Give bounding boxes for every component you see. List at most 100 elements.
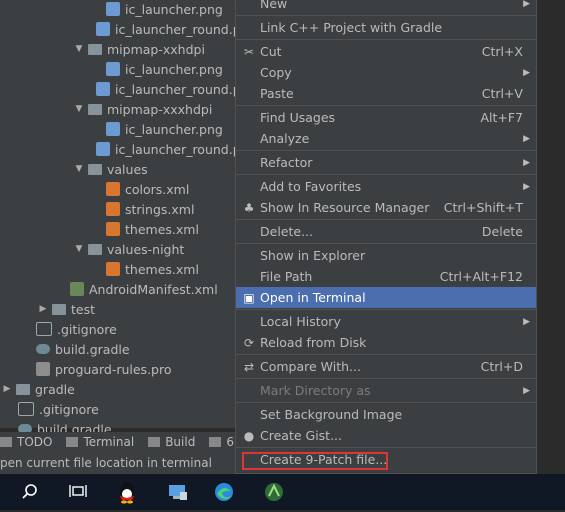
tree-item[interactable]: AndroidManifest.xml [0, 279, 240, 299]
menu-item-open-terminal[interactable]: ▣ Open in Terminal [236, 287, 536, 308]
tool-window-button[interactable]: 6: [209, 435, 238, 449]
chevron-right-icon[interactable]: ▶ [38, 304, 48, 314]
menu-item-new[interactable]: New ▶ [236, 0, 536, 14]
tool-window-button[interactable]: TODO [0, 435, 52, 449]
menu-item-refactor[interactable]: Refactor ▶ [236, 152, 536, 173]
tool-window-label: Build [165, 435, 196, 449]
tool-window-button[interactable]: Build [148, 435, 195, 449]
tree-item[interactable]: .gitignore [0, 399, 240, 419]
chevron-right-icon: ▶ [523, 157, 530, 168]
tree-item[interactable]: ▼ values-night [0, 239, 240, 259]
tree-item[interactable]: .gitignore [0, 319, 240, 339]
tree-item[interactable]: ic_launcher.png [0, 119, 240, 139]
menu-item-file-path[interactable]: File Path Ctrl+Alt+F12 [236, 266, 536, 287]
menu-item-label: Set Background Image [260, 407, 403, 422]
android-studio-icon[interactable] [262, 480, 286, 504]
menu-item-find-usages[interactable]: Find Usages Alt+F7 [236, 107, 536, 128]
menu-item-label: Show in Explorer [260, 248, 366, 263]
menu-separator [236, 402, 536, 403]
task-view-icon[interactable] [66, 480, 90, 504]
tree-item[interactable]: colors.xml [0, 179, 240, 199]
resource-manager-icon: ♣ [243, 200, 255, 215]
chevron-right-icon: ▶ [523, 133, 530, 144]
gradle-file-icon [36, 344, 50, 354]
menu-item-shortcut: Alt+F7 [480, 110, 523, 125]
menu-item-label: Link C++ Project with Gradle [260, 20, 443, 35]
xml-file-icon [106, 182, 120, 196]
menu-item-label: Compare With... [260, 359, 361, 374]
chevron-down-icon[interactable]: ▼ [74, 244, 84, 254]
menu-item-label: Open in Terminal [260, 290, 366, 305]
tree-item[interactable]: ic_launcher_round.p [0, 139, 241, 159]
tree-item[interactable]: ic_launcher_round.p [0, 19, 241, 39]
tree-item[interactable]: ▶ test [0, 299, 240, 319]
compare-icon: ⇄ [243, 359, 255, 374]
edge-icon[interactable] [212, 480, 236, 504]
tree-item[interactable]: ▼ mipmap-xxhdpi [0, 39, 240, 59]
tree-item-label: mipmap-xxxhdpi [107, 101, 213, 117]
chevron-down-icon[interactable]: ▼ [74, 164, 84, 174]
tree-item-label: values-night [107, 241, 185, 257]
menu-item-label: Add to Favorites [260, 179, 362, 194]
tree-item-label: gradle [35, 381, 75, 397]
menu-item-paste[interactable]: Paste Ctrl+V [236, 83, 536, 104]
tree-item[interactable]: ▶ gradle [0, 379, 240, 399]
qq-icon[interactable] [115, 480, 139, 504]
tree-item-label: ic_launcher.png [125, 1, 223, 17]
menu-separator [236, 15, 536, 16]
tree-item[interactable]: themes.xml [0, 259, 240, 279]
menu-item-label: Analyze [260, 131, 310, 146]
tree-item[interactable]: proguard-rules.pro [0, 359, 240, 379]
tree-item[interactable]: ic_launcher.png [0, 59, 240, 79]
menu-item-link-cpp[interactable]: Link C++ Project with Gradle [236, 17, 536, 38]
reload-icon: ⟳ [243, 335, 255, 350]
menu-item-reload[interactable]: ⟳ Reload from Disk [236, 332, 536, 353]
chevron-down-icon[interactable]: ▼ [74, 44, 84, 54]
menu-item-label: Create Gist... [260, 428, 343, 443]
menu-item-compare[interactable]: ⇄ Compare With... Ctrl+D [236, 356, 536, 377]
tree-item-label: ic_launcher.png [125, 121, 223, 137]
menu-item-add-favorites[interactable]: Add to Favorites ▶ [236, 176, 536, 197]
tree-item-label: themes.xml [125, 261, 199, 277]
menu-item-resource-manager[interactable]: ♣ Show In Resource Manager Ctrl+Shift+T [236, 197, 536, 218]
png-file-icon [96, 142, 110, 156]
chevron-right-icon[interactable]: ▶ [2, 384, 12, 394]
status-text: pen current file location in terminal [0, 456, 212, 470]
tree-item-label: ic_launcher_round.p [115, 21, 241, 37]
menu-item-copy[interactable]: Copy ▶ [236, 62, 536, 83]
computer-icon[interactable] [166, 480, 190, 504]
tool-window-button[interactable]: Terminal [66, 435, 134, 449]
menu-item-create-gist[interactable]: ● Create Gist... [236, 425, 536, 446]
xml-file-icon [106, 222, 120, 236]
tree-item-label: strings.xml [125, 201, 195, 217]
menu-item-mark-directory: Mark Directory as ▶ [236, 380, 536, 401]
menu-item-label: File Path [260, 269, 313, 284]
menu-item-delete[interactable]: Delete... Delete [236, 221, 536, 242]
chevron-right-icon: ▶ [523, 316, 530, 327]
manifest-file-icon [70, 282, 84, 296]
menu-item-local-history[interactable]: Local History ▶ [236, 311, 536, 332]
menu-item-analyze[interactable]: Analyze ▶ [236, 128, 536, 149]
menu-item-label: Refactor [260, 155, 313, 170]
menu-item-label: Find Usages [260, 110, 336, 125]
menu-item-label: Copy [260, 65, 292, 80]
tree-item[interactable]: ic_launcher.png [0, 0, 240, 19]
menu-item-label: Cut [260, 44, 282, 59]
search-icon[interactable] [18, 480, 42, 504]
chevron-down-icon[interactable]: ▼ [74, 104, 84, 114]
git-file-icon [36, 322, 52, 336]
menu-item-label: Delete... [260, 224, 313, 239]
tree-item[interactable]: themes.xml [0, 219, 240, 239]
menu-item-show-explorer[interactable]: Show in Explorer [236, 245, 536, 266]
xml-file-icon [106, 202, 120, 216]
menu-separator [236, 39, 536, 40]
menu-item-bg-image[interactable]: Set Background Image [236, 404, 536, 425]
tree-item[interactable]: build.gradle [0, 339, 240, 359]
tree-item[interactable]: ▼ mipmap-xxxhdpi [0, 99, 240, 119]
tree-item[interactable]: strings.xml [0, 199, 240, 219]
menu-item-cut[interactable]: ✂ Cut Ctrl+X [236, 41, 536, 62]
menu-item-label: Reload from Disk [260, 335, 367, 350]
tree-item[interactable]: ic_launcher_round.p [0, 79, 241, 99]
tree-item[interactable]: ▼ values [0, 159, 240, 179]
menu-item-shortcut: Ctrl+V [481, 86, 523, 101]
